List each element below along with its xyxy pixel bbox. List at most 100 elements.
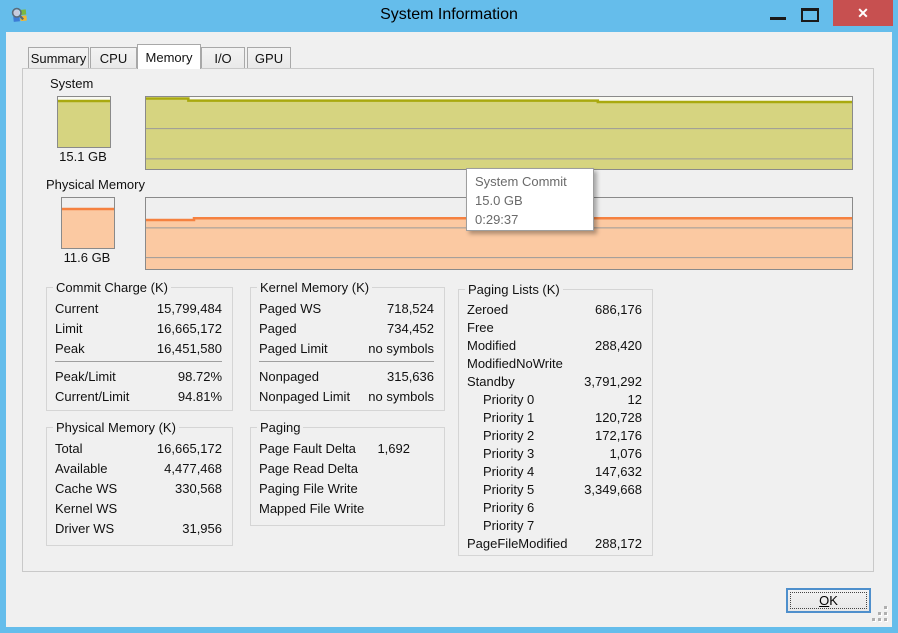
stat-row: PageFileModified 288,172 xyxy=(467,534,642,552)
stat-row: Modified 288,420 xyxy=(467,336,642,354)
tab-label: GPU xyxy=(254,50,284,66)
stat-value: 172,176 xyxy=(595,427,642,443)
stat-value: 120,728 xyxy=(595,409,642,425)
stat-label: Total xyxy=(55,440,83,456)
stat-label: Priority 3 xyxy=(483,445,535,461)
stat-value: 94.81% xyxy=(177,388,222,404)
stat-value: 288,420 xyxy=(595,337,642,353)
group-title: Kernel Memory (K) xyxy=(257,280,373,295)
tab-summary[interactable]: Summary xyxy=(28,47,89,68)
stat-label: Page Read Delta xyxy=(259,460,359,476)
tooltip-title: System Commit xyxy=(475,174,567,189)
maximize-button[interactable] xyxy=(794,0,826,26)
stat-row: Current 15,799,484 xyxy=(55,298,222,318)
tab-label: I/O xyxy=(214,50,232,66)
stat-row: Priority 3 1,076 xyxy=(467,444,642,462)
group-title: Paging Lists (K) xyxy=(465,282,563,297)
tab-cpu[interactable]: CPU xyxy=(90,47,137,68)
stat-row: Current/Limit 94.81% xyxy=(55,386,222,406)
stat-row: Paged 734,452 xyxy=(259,318,434,338)
stat-label: Priority 4 xyxy=(483,463,535,479)
stat-row: Page Fault Delta 1,692 xyxy=(259,438,434,458)
stat-row: Zeroed 686,176 xyxy=(467,300,642,318)
stat-row: Priority 2 172,176 xyxy=(467,426,642,444)
system-commit-history-graph[interactable] xyxy=(145,96,853,170)
stat-label: Priority 1 xyxy=(483,409,535,425)
stat-row: Paged Limit no symbols xyxy=(259,338,434,358)
tab-io[interactable]: I/O xyxy=(201,47,245,68)
stat-row: Priority 7 xyxy=(467,516,642,534)
stat-label: Priority 6 xyxy=(483,499,535,515)
group-title: Physical Memory (K) xyxy=(53,420,179,435)
stat-value: no symbols xyxy=(368,340,434,356)
system-commit-gauge[interactable] xyxy=(57,96,111,148)
stat-row: Paged WS 718,524 xyxy=(259,298,434,318)
stat-row: Free xyxy=(467,318,642,336)
stat-label: Standby xyxy=(467,373,515,389)
stat-value: 288,172 xyxy=(595,535,642,551)
stat-value: 315,636 xyxy=(387,368,434,384)
stat-row: Nonpaged 315,636 xyxy=(259,366,434,386)
stat-label: Page Fault Delta xyxy=(259,440,356,456)
stat-value: 3,791,292 xyxy=(584,373,642,389)
stat-label: Driver WS xyxy=(55,520,115,536)
physical-memory-gauge[interactable] xyxy=(61,197,115,249)
ok-label-rest: K xyxy=(829,593,838,608)
stat-label: Cache WS xyxy=(55,480,118,496)
stat-value: 330,568 xyxy=(175,480,222,496)
physical-gauge-value: 11.6 GB xyxy=(63,250,111,265)
close-icon: ✕ xyxy=(857,5,869,21)
stat-label: Zeroed xyxy=(467,301,509,317)
paging-lists-group: Paging Lists (K) Zeroed 686,176 Free Modifi… xyxy=(458,282,653,556)
stat-label: Priority 7 xyxy=(483,517,535,533)
stat-label: Paged Limit xyxy=(259,340,328,356)
stat-row: Cache WS 330,568 xyxy=(55,478,222,498)
stat-label: Free xyxy=(467,319,494,335)
stat-label: Peak/Limit xyxy=(55,368,116,384)
stat-label: Modified xyxy=(467,337,517,353)
graph-tooltip: System Commit 15.0 GB 0:29:37 xyxy=(466,168,594,231)
stat-row: Paging File Write xyxy=(259,478,434,498)
stat-label: Nonpaged Limit xyxy=(259,388,351,404)
stat-label: PageFileModified xyxy=(467,535,568,551)
stat-row: Kernel WS xyxy=(55,498,222,518)
tab-label: Summary xyxy=(30,50,87,66)
physical-memory-group: Physical Memory (K) Total 16,665,172 Avail… xyxy=(46,420,233,546)
stat-label: Priority 5 xyxy=(483,481,535,497)
stat-row: Available 4,477,468 xyxy=(55,458,222,478)
stat-row: Nonpaged Limit no symbols xyxy=(259,386,434,406)
stat-row: Mapped File Write xyxy=(259,498,434,518)
stat-value: 734,452 xyxy=(387,320,434,336)
stat-row: Total 16,665,172 xyxy=(55,438,222,458)
stat-value: 16,451,580 xyxy=(156,340,222,356)
resize-grip[interactable] xyxy=(872,606,890,624)
stat-row: Limit 16,665,172 xyxy=(55,318,222,338)
stat-value: 1,076 xyxy=(609,445,642,461)
minimize-button[interactable] xyxy=(762,0,794,26)
stat-row: Peak 16,451,580 xyxy=(55,338,222,358)
stat-row: ModifiedNoWrite xyxy=(467,354,642,372)
stat-label: Current/Limit xyxy=(55,388,130,404)
ok-button[interactable]: OK xyxy=(786,588,871,613)
stat-value: 15,799,484 xyxy=(156,300,222,316)
stat-label: Paging File Write xyxy=(259,480,358,496)
stat-label: Mapped File Write xyxy=(259,500,365,516)
minimize-icon xyxy=(770,17,786,20)
stat-value: 686,176 xyxy=(595,301,642,317)
stat-value: 718,524 xyxy=(387,300,434,316)
commit-charge-group: Commit Charge (K) Current 15,799,484 Limit… xyxy=(46,280,233,411)
stat-label: Kernel WS xyxy=(55,500,118,516)
stat-row: Page Read Delta xyxy=(259,458,434,478)
stat-value: 16,665,172 xyxy=(156,320,222,336)
tooltip-value: 15.0 GB xyxy=(475,193,523,208)
tab-memory[interactable]: Memory xyxy=(137,44,201,69)
tab-gpu[interactable]: GPU xyxy=(247,47,291,68)
close-button[interactable]: ✕ xyxy=(833,0,893,26)
stat-label: Priority 0 xyxy=(483,391,535,407)
stat-row: Peak/Limit 98.72% xyxy=(55,366,222,386)
stat-value: 3,349,668 xyxy=(584,481,642,497)
stat-label: Limit xyxy=(55,320,83,336)
stat-value: 31,956 xyxy=(182,520,222,536)
ok-label-accel: O xyxy=(819,593,830,608)
system-gauge-value: 15.1 GB xyxy=(59,149,107,164)
